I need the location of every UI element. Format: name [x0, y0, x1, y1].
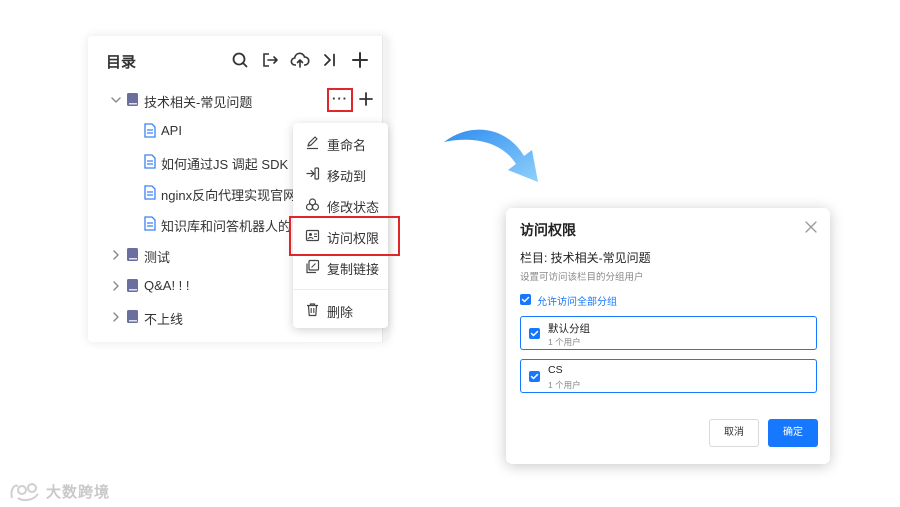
- copy-link-icon: [305, 259, 320, 274]
- edit-icon: [305, 135, 320, 150]
- group-user-count: 1 个用户: [548, 337, 581, 347]
- menu-item-move[interactable]: 移动到: [293, 160, 388, 188]
- menu-item-access-permission[interactable]: 访问权限: [293, 222, 388, 250]
- menu-item-label: 删除: [327, 305, 354, 320]
- chevron-right-icon[interactable]: [110, 311, 122, 323]
- more-actions-button[interactable]: ···: [327, 88, 353, 112]
- menu-item-label: 复制链接: [327, 262, 380, 277]
- move-icon: [305, 166, 320, 181]
- tree-label: nginx反向代理实现官网: [161, 188, 297, 203]
- menu-item-rename[interactable]: 重命名: [293, 129, 388, 157]
- checkbox-checked-icon[interactable]: [529, 371, 540, 382]
- book-icon: [126, 278, 139, 293]
- menu-item-label: 修改状态: [327, 200, 380, 215]
- chevron-right-icon[interactable]: [110, 280, 122, 292]
- menu-item-delete[interactable]: 删除: [293, 296, 388, 324]
- document-icon: [144, 123, 156, 138]
- book-icon: [126, 309, 139, 324]
- directory-header: 目录: [106, 50, 378, 72]
- chevron-right-icon[interactable]: [110, 249, 122, 261]
- search-icon[interactable]: [230, 50, 250, 70]
- tree-label: 技术相关-常见问题: [144, 95, 253, 110]
- close-icon[interactable]: [804, 220, 818, 234]
- upload-cloud-icon[interactable]: [290, 50, 310, 70]
- book-icon: [126, 247, 139, 262]
- checkbox-checked-icon[interactable]: [529, 328, 540, 339]
- dialog-description: 设置可访问该栏目的分组用户: [520, 272, 644, 283]
- confirm-button[interactable]: 确定: [768, 419, 818, 447]
- document-icon: [144, 154, 156, 169]
- menu-item-copy-link[interactable]: 复制链接: [293, 253, 388, 281]
- tree-label: 不上线: [144, 312, 184, 327]
- tree-label: 测试: [144, 250, 171, 265]
- tree-label: API: [161, 123, 182, 138]
- export-icon[interactable]: [260, 50, 280, 70]
- directory-title: 目录: [106, 54, 137, 71]
- group-name: 默认分组: [548, 323, 590, 335]
- curved-arrow-icon: [444, 129, 538, 182]
- add-icon[interactable]: [350, 50, 370, 70]
- add-child-icon[interactable]: [358, 91, 374, 107]
- tree-label: 知识库和问答机器人的: [161, 219, 292, 234]
- tree-label: 如何通过JS 调起 SDK: [161, 157, 289, 172]
- tree-label: Q&A! ! !: [144, 278, 190, 293]
- checkbox-checked-icon[interactable]: [520, 294, 531, 305]
- menu-divider: [293, 289, 388, 290]
- watermark-logo-icon: [10, 483, 39, 502]
- status-icon: [305, 197, 320, 212]
- watermark: 大数跨境: [8, 478, 138, 504]
- trash-icon: [305, 302, 320, 317]
- collapse-right-icon[interactable]: [320, 50, 340, 70]
- document-icon: [144, 216, 156, 231]
- group-user-count: 1 个用户: [548, 380, 581, 390]
- access-permission-dialog: 访问权限 栏目: 技术相关-常见问题 设置可访问该栏目的分组用户 允许访问全部分…: [506, 208, 830, 464]
- access-icon: [305, 228, 320, 243]
- menu-item-label: 重命名: [327, 138, 367, 153]
- menu-item-change-status[interactable]: 修改状态: [293, 191, 388, 219]
- group-option-cs[interactable]: CS 1 个用户: [520, 359, 817, 393]
- allow-all-label: 允许访问全部分组: [537, 297, 617, 308]
- cancel-button[interactable]: 取消: [709, 419, 759, 447]
- column-name: 栏目: 技术相关-常见问题: [520, 251, 651, 265]
- group-option-default[interactable]: 默认分组 1 个用户: [520, 316, 817, 350]
- dialog-title: 访问权限: [520, 222, 576, 238]
- context-menu: 重命名 移动到 修改状态 访问权限 复制链接 删除: [293, 123, 388, 328]
- group-name: CS: [548, 364, 563, 376]
- book-icon: [126, 92, 139, 107]
- watermark-text: 大数跨境: [46, 484, 111, 501]
- menu-item-label: 访问权限: [327, 231, 380, 246]
- menu-item-label: 移动到: [327, 169, 367, 184]
- document-icon: [144, 185, 156, 200]
- chevron-down-icon[interactable]: [110, 94, 122, 106]
- more-icon: ···: [332, 91, 348, 106]
